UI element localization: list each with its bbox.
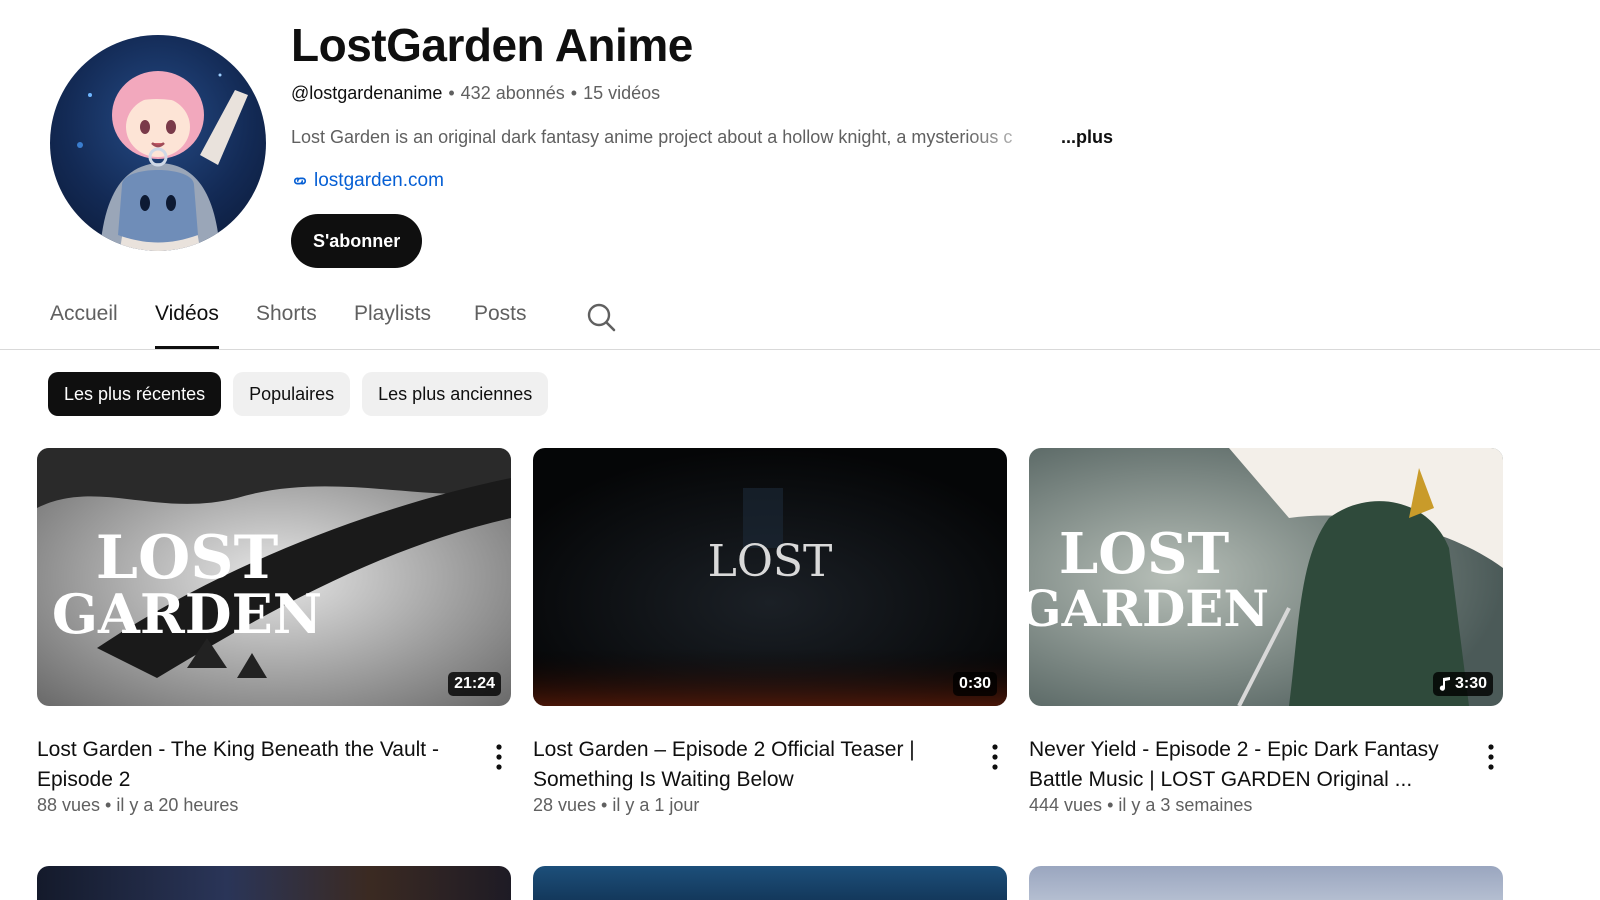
channel-avatar[interactable] (50, 35, 266, 251)
more-link[interactable]: ...plus (1061, 127, 1113, 147)
tab-shorts[interactable]: Shorts (256, 302, 317, 349)
tab-playlists[interactable]: Playlists (354, 302, 431, 349)
channel-description[interactable]: Lost Garden is an original dark fantasy … (291, 127, 1113, 148)
channel-tabs: Accueil Vidéos Shorts Playlists Posts (0, 290, 1600, 350)
video-thumbnail-partial[interactable] (1029, 866, 1503, 900)
filter-oldest[interactable]: Les plus anciennes (362, 372, 549, 416)
thumb-text-2: GARDEN (52, 582, 322, 646)
channel-handle: @lostgardenanime (291, 83, 443, 103)
description-text: Lost Garden is an original dark fantasy … (291, 127, 1013, 147)
subscribe-button[interactable]: S'abonner (291, 214, 423, 268)
upload-age: il y a 3 semaines (1118, 795, 1253, 815)
sort-filters: Les plus récentes Populaires Les plus an… (48, 372, 549, 416)
video-count: 15 vidéos (583, 83, 661, 103)
kebab-menu-icon[interactable] (493, 743, 505, 771)
view-count: 88 vues (37, 795, 101, 815)
video-stats: 28 vues • il y a 1 jour (533, 795, 700, 815)
video-duration: 21:24 (448, 672, 501, 696)
channel-name: LostGarden Anime (291, 19, 693, 71)
video-duration: 0:30 (952, 672, 997, 696)
thumb-text-2: GARDEN (1029, 579, 1269, 638)
video-thumbnail[interactable]: LOST 0:30 (533, 448, 1007, 706)
video-title[interactable]: Lost Garden – Episode 2 Official Teaser … (533, 735, 963, 795)
video-stats: 444 vues • il y a 3 semaines (1029, 795, 1253, 815)
video-thumbnail[interactable]: LOST GARDEN 21:24 (37, 448, 511, 706)
kebab-menu-icon[interactable] (989, 743, 1001, 771)
upload-age: il y a 20 heures (116, 795, 239, 815)
view-count: 28 vues (533, 795, 597, 815)
thumbnail-image: LOST GARDEN (37, 448, 511, 706)
channel-header: LostGarden Anime @lostgardenanime • 432 ab… (0, 0, 1600, 280)
filter-popular[interactable]: Populaires (233, 372, 351, 416)
duration-text: 3:30 (1454, 675, 1487, 692)
search-icon[interactable] (586, 302, 616, 332)
tab-videos[interactable]: Vidéos (155, 302, 219, 349)
filter-recent[interactable]: Les plus récentes (48, 372, 222, 416)
upload-age: il y a 1 jour (612, 795, 700, 815)
subscriber-count: 432 abonnés (460, 83, 565, 103)
tab-accueil[interactable]: Accueil (50, 302, 118, 349)
video-title[interactable]: Never Yield - Episode 2 - Epic Dark Fant… (1029, 735, 1459, 795)
video-thumbnail-partial[interactable] (533, 866, 1007, 900)
video-title[interactable]: Lost Garden - The King Beneath the Vault… (37, 735, 467, 795)
video-thumbnail[interactable]: LOST GARDEN 3:30 (1029, 448, 1503, 706)
music-note-icon (1439, 677, 1450, 691)
video-card[interactable]: LOST GARDEN 21:24 Lost Garden - The King… (37, 448, 511, 815)
video-card[interactable]: LOST 0:30 Lost Garden – Episode 2 Offici… (533, 448, 1007, 815)
thumb-text-1: LOST (1059, 521, 1230, 587)
thumbnail-image: LOST GARDEN (1029, 448, 1503, 706)
video-card[interactable]: LOST GARDEN 3:30 Never Yield - Episode 2… (1029, 448, 1503, 815)
link-text: lostgarden.com (314, 170, 444, 191)
avatar-illustration (77, 71, 248, 251)
video-stats: 88 vues • il y a 20 heures (37, 795, 239, 815)
thumbnail-image: LOST (533, 448, 1007, 706)
kebab-menu-icon[interactable] (1485, 743, 1497, 771)
video-thumbnail-partial[interactable] (37, 866, 511, 900)
view-count: 444 vues (1029, 795, 1103, 815)
channel-meta: @lostgardenanime • 432 abonnés • 15 vidéos (291, 83, 661, 103)
video-duration: 3:30 (1432, 672, 1493, 696)
link-icon (293, 177, 307, 185)
tab-posts[interactable]: Posts (474, 302, 527, 349)
channel-link[interactable]: lostgarden.com (291, 170, 444, 192)
thumb-text-1: LOST (708, 536, 833, 587)
